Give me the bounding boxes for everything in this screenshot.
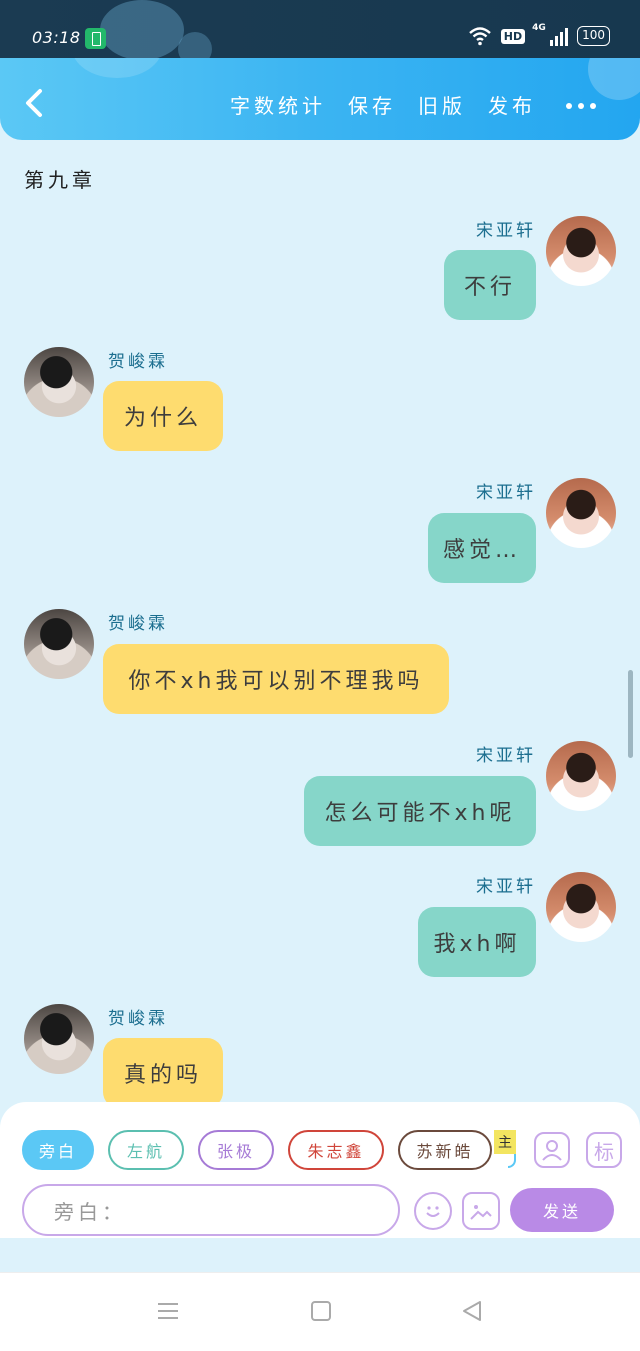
speaker-name: 宋亚轩	[476, 877, 536, 897]
speaker-name: 贺峻霖	[108, 352, 168, 372]
signal-icon: 4G	[532, 23, 569, 46]
message-bubble[interactable]: 怎么可能不xh呢	[304, 776, 536, 846]
status-decoration	[178, 32, 212, 58]
message-bubble[interactable]: 我xh啊	[418, 907, 536, 977]
status-bar: 03:18 HD 4G 100	[0, 0, 640, 58]
speaker-name: 宋亚轩	[476, 746, 536, 766]
mark-button[interactable]: 标	[586, 1132, 622, 1168]
battery-indicator: 100	[577, 26, 610, 46]
avatar[interactable]	[24, 347, 94, 417]
avatar[interactable]	[546, 741, 616, 811]
speaker-name: 宋亚轩	[476, 483, 536, 503]
image-icon[interactable]	[462, 1192, 500, 1230]
appbar-decoration	[72, 58, 162, 78]
old-version-button[interactable]: 旧版	[418, 90, 466, 119]
app-bar: 字数统计 保存 旧版 发布	[0, 58, 640, 140]
role-chip-narration[interactable]: 旁白	[22, 1130, 94, 1170]
battery-saver-icon	[85, 28, 106, 49]
main-tag-line	[508, 1154, 516, 1168]
avatar[interactable]	[24, 1004, 94, 1074]
appbar-decoration	[588, 58, 640, 100]
chapter-title: 第九章	[24, 168, 96, 192]
main-role-tag[interactable]: 主	[494, 1130, 516, 1154]
save-button[interactable]: 保存	[348, 90, 396, 119]
back-nav-icon[interactable]	[460, 1299, 484, 1327]
status-time: 03:18	[32, 28, 81, 47]
speaker-name: 贺峻霖	[108, 1009, 168, 1029]
avatar[interactable]	[546, 872, 616, 942]
more-options-icon[interactable]	[566, 103, 596, 109]
message-bubble[interactable]: 真的吗	[103, 1038, 223, 1108]
character-icon[interactable]	[534, 1132, 570, 1168]
input-panel: 旁白 左航 张极 朱志鑫 苏新皓 主 标 旁白： 发送	[0, 1102, 640, 1238]
send-button[interactable]: 发送	[510, 1188, 614, 1232]
speaker-name: 贺峻霖	[108, 614, 168, 634]
message-bubble[interactable]: 不行	[444, 250, 536, 320]
network-type: 4G	[532, 23, 546, 33]
speaker-name: 宋亚轩	[476, 221, 536, 241]
message-input[interactable]: 旁白：	[22, 1184, 400, 1236]
message-bubble[interactable]: 你不xh我可以别不理我吗	[103, 644, 449, 714]
message-bubble[interactable]: 感觉…	[428, 513, 536, 583]
hd-badge: HD	[500, 28, 526, 44]
avatar[interactable]	[24, 609, 94, 679]
message-bubble[interactable]: 为什么	[103, 381, 223, 451]
back-arrow-icon[interactable]	[22, 88, 48, 117]
avatar[interactable]	[546, 216, 616, 286]
role-chip[interactable]: 苏新皓	[398, 1130, 492, 1170]
role-chip[interactable]: 左航	[108, 1130, 184, 1170]
publish-button[interactable]: 发布	[488, 90, 536, 119]
home-nav-icon[interactable]	[309, 1299, 333, 1327]
word-count-button[interactable]: 字数统计	[230, 90, 326, 119]
wifi-icon	[468, 26, 492, 46]
role-chip[interactable]: 朱志鑫	[288, 1130, 384, 1170]
emoji-icon[interactable]	[414, 1192, 452, 1230]
scrollbar[interactable]	[628, 670, 633, 758]
avatar[interactable]	[546, 478, 616, 548]
role-chip[interactable]: 张极	[198, 1130, 274, 1170]
status-decoration	[100, 0, 184, 58]
menu-nav-icon[interactable]	[156, 1299, 180, 1327]
system-nav-bar	[0, 1272, 640, 1351]
